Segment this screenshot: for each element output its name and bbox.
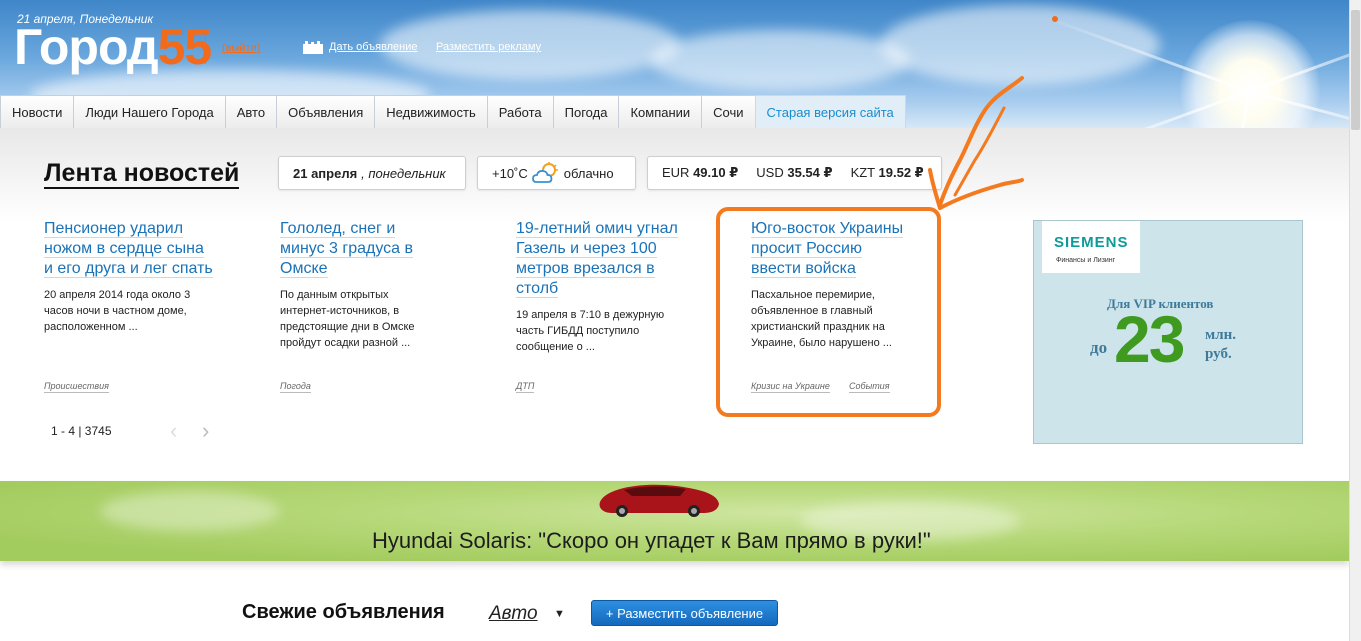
tab-sochi[interactable]: Сочи: [701, 95, 756, 128]
prev-arrow-icon[interactable]: ‹: [170, 420, 177, 442]
post-ad-link[interactable]: Дать объявление: [329, 41, 418, 53]
place-ad-button[interactable]: + Разместить объявление: [591, 600, 778, 626]
currency-usd: USD 35.54 ₽: [756, 165, 833, 180]
news-excerpt: По данным открытых интернет-источников, …: [280, 289, 415, 349]
main-nav: Новости Люди Нашего Города Авто Объявлен…: [0, 95, 906, 128]
currency-box: EUR 49.10 ₽ USD 35.54 ₽ KZT 19.52 ₽: [647, 156, 942, 190]
decor-dot: [1052, 16, 1058, 22]
ad-amount: 23: [1114, 302, 1185, 376]
tab-weather[interactable]: Погода: [552, 95, 620, 128]
tab-ads[interactable]: Объявления: [276, 95, 376, 128]
news-tag-link[interactable]: Погода: [280, 380, 311, 393]
cloudy-sun-icon: [531, 162, 558, 183]
news-excerpt: 19 апреля в 7:10 в дежурную часть ГИБДД …: [516, 309, 665, 353]
ad-brand: SIEMENS: [1054, 234, 1129, 251]
next-arrow-icon[interactable]: ›: [202, 420, 209, 442]
weather-condition: облачно: [563, 165, 614, 181]
news-title-link[interactable]: Пенсионер ударил ножом в сердце сына и е…: [44, 219, 214, 279]
news-title-link[interactable]: Гололед, снег и минус 3 градуса в Омске: [280, 219, 440, 279]
annotation-highlight-box: [716, 207, 941, 417]
site-logo[interactable]: Город55: [14, 22, 212, 72]
category-select[interactable]: Авто: [489, 603, 538, 625]
feed-title[interactable]: Лента новостей: [44, 159, 240, 189]
news-item: 19-летний омич угнал Газель и через 100 …: [516, 219, 681, 355]
ad-brand-sub: Финансы и Лизинг: [1056, 257, 1116, 264]
currency-kzt: KZT 19.52 ₽: [850, 165, 924, 180]
news-item: Пенсионер ударил ножом в сердце сына и е…: [44, 219, 214, 335]
ad-unit: млн. руб.: [1205, 327, 1237, 362]
logout-link[interactable]: (выйти): [222, 42, 260, 54]
tab-news[interactable]: Новости: [0, 95, 75, 128]
promo-banner-text: Hyundai Solaris: "Скоро он упадет к Вам …: [372, 528, 931, 553]
pager-count: 1 - 4 | 3745: [51, 424, 112, 438]
tab-realty[interactable]: Недвижимость: [374, 95, 488, 128]
temperature: +10˚C: [492, 165, 528, 181]
logo-divider: [205, 34, 206, 64]
tab-jobs[interactable]: Работа: [486, 95, 554, 128]
news-item: Гололед, снег и минус 3 градуса в Омске …: [280, 219, 440, 351]
news-excerpt: 20 апреля 2014 года около 3 часов ночи в…: [44, 289, 191, 333]
ad-do-text: до: [1090, 338, 1108, 357]
date-box: 21 апреля, понедельник: [278, 156, 466, 190]
currency-eur: EUR 49.10 ₽: [662, 165, 739, 180]
place-advertising-link[interactable]: Разместить рекламу: [436, 41, 541, 53]
tab-companies[interactable]: Компании: [618, 95, 703, 128]
car-icon: [599, 484, 719, 517]
scrollbar-thumb[interactable]: [1351, 10, 1360, 130]
news-tag-link[interactable]: Происшествия: [44, 380, 109, 393]
news-title-link[interactable]: 19-летний омич угнал Газель и через 100 …: [516, 219, 681, 299]
siemens-ad-banner[interactable]: SIEMENS Финансы и Лизинг Для VIP клиенто…: [1033, 220, 1303, 444]
building-icon: [303, 41, 323, 54]
news-tag-link[interactable]: ДТП: [516, 380, 535, 393]
tab-old-version[interactable]: Старая версия сайта: [754, 95, 906, 128]
fresh-ads-title: Свежие объявления: [242, 601, 445, 623]
tab-people[interactable]: Люди Нашего Города: [73, 95, 226, 128]
weather-box[interactable]: +10˚C облачно: [477, 156, 636, 190]
tab-auto[interactable]: Авто: [224, 95, 278, 128]
chevron-down-icon[interactable]: ▼: [554, 608, 565, 620]
